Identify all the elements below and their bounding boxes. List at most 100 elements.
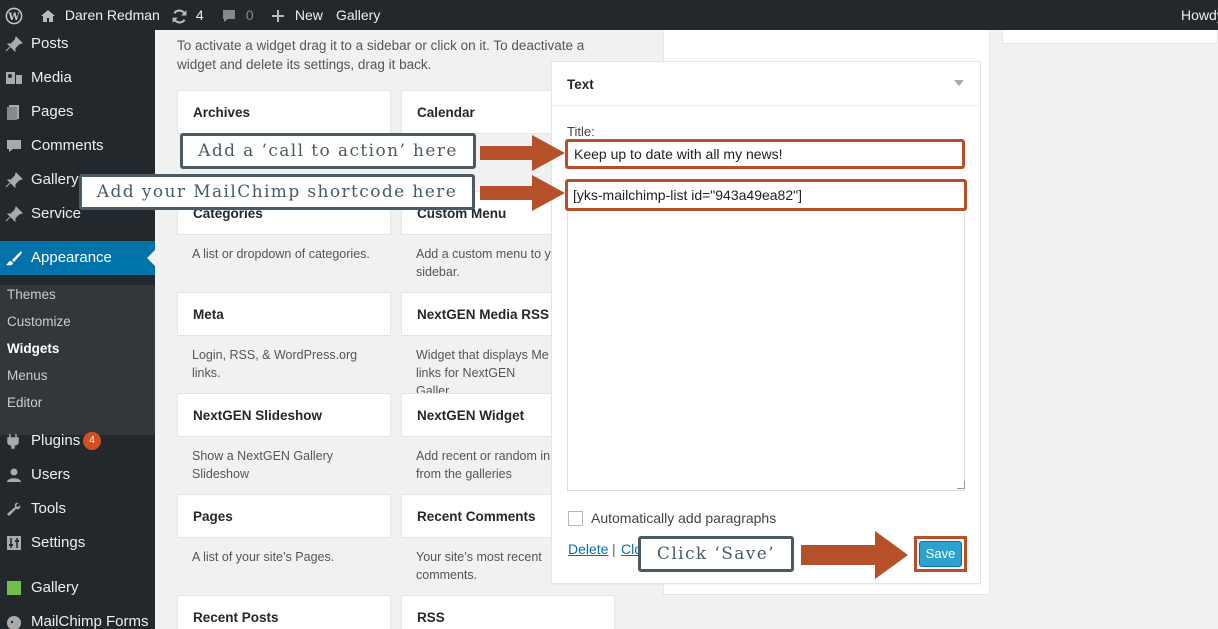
howdy-account-link[interactable]: Howdy	[1181, 0, 1218, 30]
sidebar-item-media[interactable]: Media	[0, 61, 155, 95]
sidebar-item-tools[interactable]: Tools	[0, 492, 155, 526]
pushpin-icon	[5, 172, 23, 188]
delete-link[interactable]: Delete	[568, 541, 608, 557]
sidebar-item-plugins[interactable]: Plugins 4	[0, 424, 155, 458]
submenu-item-editor[interactable]: Editor	[7, 395, 42, 410]
widget-description: A list or dropdown of categories.	[192, 247, 370, 261]
collapse-arrow-icon[interactable]	[954, 80, 964, 86]
pushpin-icon	[5, 36, 23, 52]
widget-title: RSS	[417, 610, 445, 625]
widget-pages[interactable]: Pages	[177, 494, 391, 538]
sidebar-item-label: Service	[31, 205, 82, 222]
comments-count: 0	[245, 7, 254, 23]
submenu-item-widgets[interactable]: Widgets	[7, 341, 59, 356]
arrow-right-icon	[480, 175, 565, 211]
sidebar-item-label: Appearance	[31, 249, 112, 266]
widget-title: Recent Comments	[417, 509, 536, 524]
wordpress-logo-icon[interactable]: W	[5, 0, 23, 30]
admin-bar: W Daren Redman 4 0 New Gallery Howdy	[0, 0, 1218, 30]
widget-description: Show a NextGEN Gallery Slideshow	[192, 449, 334, 481]
widget-description: Your site’s most recent comments.	[416, 550, 542, 582]
callout-call-to-action: Add a ‘call to action’ here	[180, 133, 476, 169]
resize-handle-icon[interactable]	[957, 481, 965, 489]
sidebar-item-label: Gallery	[31, 171, 79, 188]
sidebar-item-label: Comments	[31, 137, 104, 154]
sidebar-item-label: Users	[31, 466, 71, 483]
sidebar-item-label: MailChimp Forms	[31, 613, 149, 629]
submenu-item-themes[interactable]: Themes	[7, 287, 56, 302]
widget-title: NextGEN Widget	[417, 408, 525, 423]
updates-link[interactable]: 4	[171, 0, 204, 30]
sidebar-item-label: Gallery	[31, 579, 79, 596]
widget-title: Calendar	[417, 105, 475, 120]
save-button[interactable]: Save	[919, 541, 962, 567]
text-widget-title: Text	[567, 77, 594, 92]
home-icon	[41, 10, 55, 23]
comments-link[interactable]: 0	[221, 0, 254, 30]
plug-icon	[7, 434, 19, 449]
widget-description: Add a custom menu to y sidebar.	[416, 247, 551, 279]
widget-title: Pages	[193, 509, 233, 524]
updates-count: 4	[195, 7, 204, 23]
secondary-widget-area-panel	[1002, 30, 1218, 44]
content-textarea[interactable]	[567, 179, 965, 491]
widget-description: Widget that displays Me links for NextGE…	[416, 348, 549, 398]
auto-paragraphs-label: Automatically add paragraphs	[591, 510, 777, 526]
sidebar-item-gallery-2[interactable]: Gallery	[0, 571, 155, 605]
plus-icon	[272, 10, 284, 23]
widget-description: Add recent or random in from the galleri…	[416, 449, 551, 481]
sidebar-item-label: Settings	[31, 534, 86, 551]
gallery-link[interactable]: Gallery	[336, 0, 380, 30]
sidebar-item-label: Posts	[31, 35, 69, 52]
save-highlight: Save	[914, 536, 967, 572]
widget-nextgen-slideshow[interactable]: NextGEN Slideshow	[177, 393, 391, 437]
comment-bubble-icon	[223, 10, 235, 23]
sidebar-item-mailchimp-forms[interactable]: MailChimp Forms	[0, 605, 155, 629]
callout-shortcode: Add your MailChimp shortcode here	[79, 174, 475, 210]
pages-icon	[7, 105, 19, 120]
title-input[interactable]: Keep up to date with all my news!	[565, 139, 965, 169]
pushpin-icon	[5, 206, 23, 222]
submenu-item-customize[interactable]: Customize	[7, 314, 71, 329]
new-content-link[interactable]: New	[271, 0, 323, 30]
media-icon	[6, 72, 22, 84]
sidebar-item-label: Tools	[31, 500, 67, 517]
paintbrush-icon	[6, 251, 22, 266]
sidebar-item-settings[interactable]: Settings	[0, 526, 155, 560]
updates-icon	[172, 9, 187, 24]
wrench-icon	[7, 502, 21, 516]
auto-paragraphs-checkbox[interactable]	[568, 511, 583, 526]
gallery-square-icon	[7, 581, 21, 595]
sidebar-item-pages[interactable]: Pages	[0, 95, 155, 129]
appearance-submenu: Themes Customize Widgets Menus Editor	[0, 285, 155, 435]
text-widget-header[interactable]: Text	[552, 62, 980, 106]
callout-save: Click ‘Save’	[638, 536, 794, 572]
user-icon	[7, 468, 21, 482]
widget-recent-posts[interactable]: Recent Posts	[177, 595, 391, 629]
widget-title: Archives	[193, 105, 251, 120]
sidebar-item-label: Pages	[31, 103, 74, 120]
widget-archives[interactable]: Archives	[177, 90, 391, 134]
title-field-label: Title:	[567, 124, 595, 139]
widget-meta[interactable]: Meta	[177, 292, 391, 336]
widget-title: NextGEN Slideshow	[193, 408, 323, 423]
sidebar-item-appearance[interactable]: Appearance	[0, 241, 155, 275]
widget-rss[interactable]: RSS	[401, 595, 615, 629]
sidebar-item-label: Plugins	[31, 432, 81, 449]
sidebar-item-comments[interactable]: Comments	[0, 129, 155, 163]
site-name: Daren Redman	[64, 7, 160, 23]
site-home-link[interactable]: Daren Redman	[40, 0, 160, 30]
plugins-update-badge: 4	[83, 432, 101, 450]
settings-sliders-icon	[7, 536, 21, 550]
widgets-instructions: To activate a widget drag it to a sideba…	[177, 38, 585, 72]
sidebar-item-users[interactable]: Users	[0, 458, 155, 492]
submenu-item-menus[interactable]: Menus	[7, 368, 48, 383]
sidebar-item-posts[interactable]: Posts	[0, 27, 155, 61]
arrow-right-icon	[801, 531, 908, 579]
svg-text:W: W	[7, 12, 20, 23]
arrow-right-icon	[480, 135, 565, 171]
text-widget-editor: Text Title: Keep up to date with all my …	[551, 61, 981, 584]
link-separator: |	[612, 541, 616, 557]
new-label: New	[294, 7, 323, 23]
shortcode-content[interactable]: [yks-mailchimp-list id="943a49ea82"]	[565, 179, 967, 211]
